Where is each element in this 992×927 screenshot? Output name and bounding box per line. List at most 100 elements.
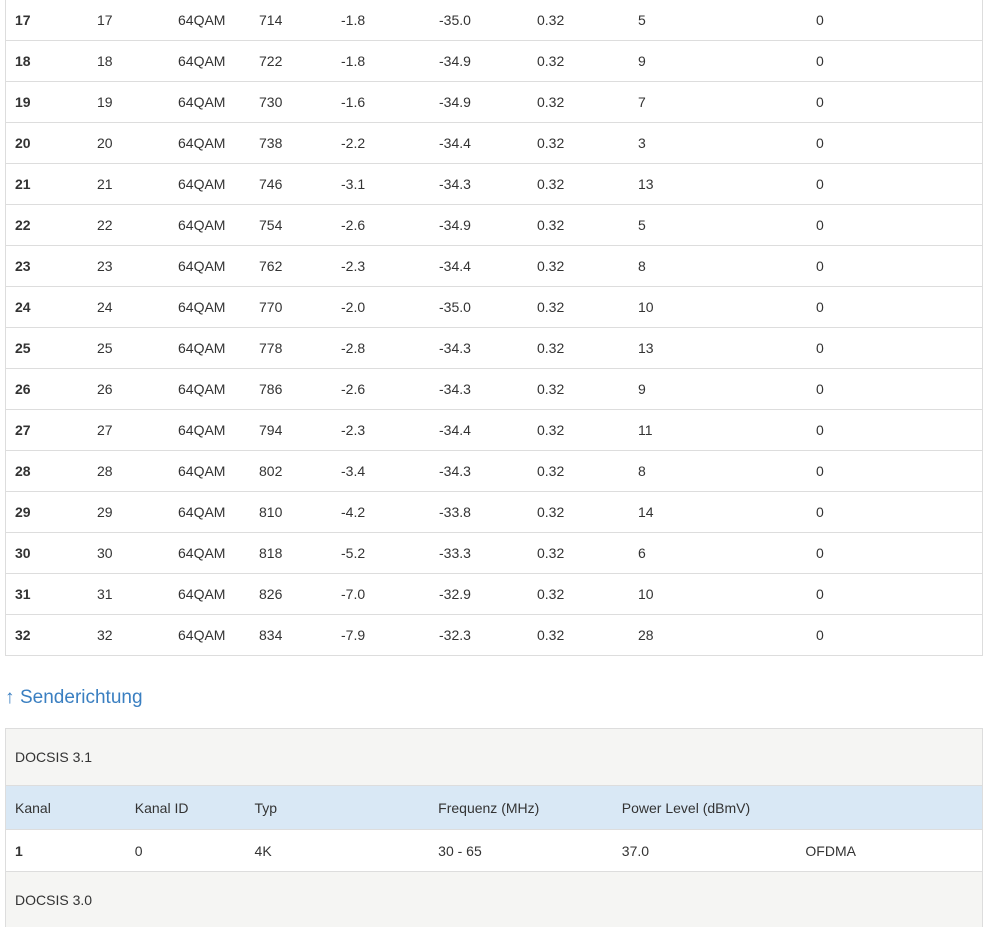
downstream-cell-snr: -33.3 <box>439 532 537 574</box>
downstream-cell-power-level: -1.8 <box>341 40 439 82</box>
upstream-cell-kanal-id: 0 <box>134 842 143 859</box>
downstream-table-body: 17 17 64QAM 714 -1.8 -35.0 0.32 5 0 18 18 64QAM 722-… <box>5 0 983 656</box>
downstream-cell-nicht-korrigiert: 0 <box>816 368 983 410</box>
downstream-cell-modulation: 64QAM <box>178 286 259 328</box>
downstream-cell-modulation: 64QAM <box>178 0 259 41</box>
downstream-cell-latenz: 0.32 <box>537 491 638 533</box>
downstream-row: 32 32 64QAM 834 -7.9 -32.3 0.32 28 0 <box>6 615 983 656</box>
downstream-cell-frequenz: 834 <box>259 627 283 643</box>
downstream-cell-modulation: 64QAM <box>178 40 259 82</box>
downstream-cell-latenz: 0.32 <box>537 81 638 123</box>
downstream-cell-snr: -34.3 <box>439 327 537 369</box>
downstream-cell-frequenz: 802 <box>259 450 341 492</box>
downstream-cell-korrigiert: 9 <box>638 40 816 82</box>
downstream-cell-nicht-korrigiert: 0 <box>816 627 824 643</box>
downstream-cell-kanal-id: 27 <box>97 409 178 451</box>
upstream-section-link[interactable]: ↑ Senderichtung <box>5 687 143 709</box>
downstream-cell-modulation: 64QAM <box>178 491 259 533</box>
downstream-cell-modulation: 64QAM <box>178 532 259 574</box>
upstream-row: 1 0 4K 30 - 65 37.0 OFDMA <box>6 830 982 872</box>
downstream-cell-kanal: 21 <box>5 163 97 205</box>
downstream-cell-kanal-id: 18 <box>97 40 178 82</box>
column-header-kanal-id: Kanal ID <box>134 799 189 816</box>
downstream-cell-snr: -35.0 <box>439 0 537 41</box>
upstream-cell-frequenz: 30 - 65 <box>438 842 482 859</box>
downstream-row: 21 21 64QAM 746 -3.1 -34.3 0.32 13 0 <box>5 163 983 205</box>
downstream-cell-kanal: 30 <box>5 532 97 574</box>
downstream-cell-kanal-id: 28 <box>97 450 178 492</box>
downstream-cell-power-level: -2.0 <box>341 286 439 328</box>
downstream-cell-snr: -34.4 <box>439 122 537 164</box>
downstream-cell-snr: -33.8 <box>439 491 537 533</box>
downstream-cell-power-level: -7.9 <box>341 627 366 643</box>
downstream-cell-latenz: 0.32 <box>537 627 565 643</box>
downstream-cell-korrigiert: 9 <box>638 368 816 410</box>
downstream-cell-kanal: 25 <box>5 327 97 369</box>
downstream-cell-latenz: 0.32 <box>537 368 638 410</box>
downstream-cell-nicht-korrigiert: 0 <box>816 491 983 533</box>
downstream-cell-power-level: -2.8 <box>341 327 439 369</box>
downstream-cell-power-level: -1.8 <box>341 0 439 41</box>
downstream-cell-nicht-korrigiert: 0 <box>816 0 983 41</box>
downstream-cell-latenz: 0.32 <box>537 245 638 287</box>
downstream-cell-latenz: 0.32 <box>537 40 638 82</box>
downstream-cell-kanal-id: 24 <box>97 286 178 328</box>
downstream-cell-frequenz: 730 <box>259 81 341 123</box>
arrow-up-icon: ↑ <box>5 687 15 708</box>
downstream-cell-kanal-id: 32 <box>97 627 113 643</box>
downstream-cell-snr: -34.3 <box>439 368 537 410</box>
downstream-row: 28 28 64QAM 802 -3.4 -34.3 0.32 8 0 <box>5 450 983 492</box>
downstream-row: 18 18 64QAM 722 -1.8 -34.9 0.32 9 0 <box>5 40 983 82</box>
downstream-cell-korrigiert: 5 <box>638 204 816 246</box>
downstream-row: 31 31 64QAM 826 -7.0 -32.9 0.32 10 0 <box>5 573 983 615</box>
downstream-cell-modulation: 64QAM <box>178 204 259 246</box>
docsis30-group-header: DOCSIS 3.0 <box>6 872 982 927</box>
downstream-cell-power-level: -2.3 <box>341 245 439 287</box>
downstream-cell-latenz: 0.32 <box>537 0 638 41</box>
downstream-cell-frequenz: 754 <box>259 204 341 246</box>
upstream-cell-typ: 4K <box>254 842 272 859</box>
downstream-row: 27 27 64QAM 794 -2.3 -34.4 0.32 11 0 <box>5 409 983 451</box>
downstream-cell-modulation: 64QAM <box>178 409 259 451</box>
downstream-cell-snr: -32.9 <box>439 573 537 615</box>
downstream-cell-kanal: 32 <box>15 627 31 643</box>
downstream-row: 30 30 64QAM 818 -5.2 -33.3 0.32 6 0 <box>5 532 983 574</box>
downstream-cell-korrigiert: 11 <box>638 409 816 451</box>
downstream-cell-nicht-korrigiert: 0 <box>816 204 983 246</box>
downstream-cell-power-level: -2.2 <box>341 122 439 164</box>
downstream-cell-latenz: 0.32 <box>537 450 638 492</box>
downstream-cell-nicht-korrigiert: 0 <box>816 450 983 492</box>
downstream-cell-modulation: 64QAM <box>178 327 259 369</box>
downstream-cell-latenz: 0.32 <box>537 122 638 164</box>
downstream-cell-korrigiert: 10 <box>638 573 816 615</box>
downstream-cell-frequenz: 778 <box>259 327 341 369</box>
downstream-cell-korrigiert: 10 <box>638 286 816 328</box>
downstream-row: 25 25 64QAM 778 -2.8 -34.3 0.32 13 0 <box>5 327 983 369</box>
downstream-cell-latenz: 0.32 <box>537 532 638 574</box>
downstream-cell-frequenz: 738 <box>259 122 341 164</box>
downstream-cell-power-level: -3.1 <box>341 163 439 205</box>
downstream-cell-nicht-korrigiert: 0 <box>816 163 983 205</box>
downstream-cell-modulation: 64QAM <box>178 81 259 123</box>
downstream-cell-snr: -34.3 <box>439 163 537 205</box>
downstream-cell-kanal: 29 <box>5 491 97 533</box>
downstream-cell-modulation: 64QAM <box>178 122 259 164</box>
downstream-cell-frequenz: 762 <box>259 245 341 287</box>
downstream-cell-kanal: 28 <box>5 450 97 492</box>
upstream-table: DOCSIS 3.1 Kanal Kanal ID Typ Frequenz (… <box>5 728 983 927</box>
downstream-cell-nicht-korrigiert: 0 <box>816 532 983 574</box>
downstream-cell-frequenz: 786 <box>259 368 341 410</box>
downstream-cell-korrigiert: 28 <box>638 627 654 643</box>
downstream-cell-frequenz: 826 <box>259 573 341 615</box>
downstream-cell-frequenz: 818 <box>259 532 341 574</box>
downstream-cell-snr: -34.9 <box>439 81 537 123</box>
downstream-cell-modulation: 64QAM <box>178 368 259 410</box>
downstream-cell-nicht-korrigiert: 0 <box>816 573 983 615</box>
downstream-cell-kanal: 24 <box>5 286 97 328</box>
downstream-cell-power-level: -7.0 <box>341 573 439 615</box>
downstream-cell-kanal: 19 <box>5 81 97 123</box>
downstream-cell-frequenz: 810 <box>259 491 341 533</box>
downstream-cell-kanal-id: 29 <box>97 491 178 533</box>
downstream-cell-korrigiert: 8 <box>638 245 816 287</box>
docsis30-label: DOCSIS 3.0 <box>15 892 93 908</box>
